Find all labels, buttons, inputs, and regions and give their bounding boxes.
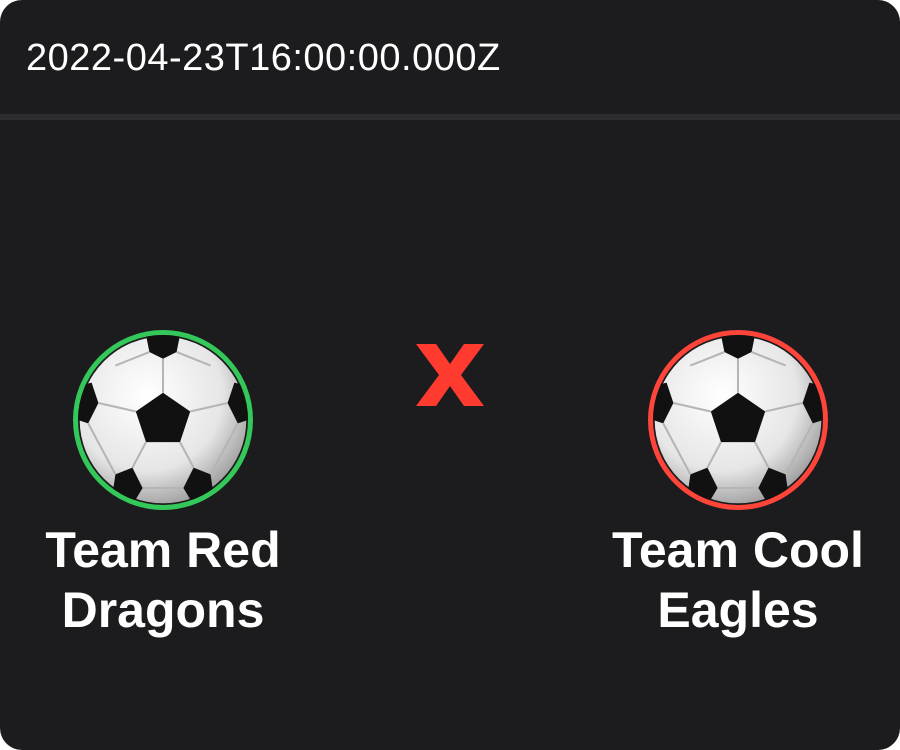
versus-separator (400, 330, 500, 440)
away-team[interactable]: Team Cool Eagles (588, 330, 888, 640)
match-header: 2022-04-23T16:00:00.000Z (0, 0, 900, 114)
x-icon (416, 344, 484, 406)
soccer-ball-icon (78, 335, 248, 505)
divider (0, 114, 900, 120)
home-team[interactable]: Team Red Dragons (13, 330, 313, 640)
home-team-logo (73, 330, 253, 510)
match-datetime: 2022-04-23T16:00:00.000Z (26, 37, 501, 79)
away-team-name: Team Cool Eagles (612, 522, 864, 638)
soccer-ball-icon (653, 335, 823, 505)
away-team-logo (648, 330, 828, 510)
match-card[interactable]: 2022-04-23T16:00:00.000Z Team Red Dragon… (0, 0, 900, 750)
home-team-name: Team Red Dragons (45, 522, 281, 638)
